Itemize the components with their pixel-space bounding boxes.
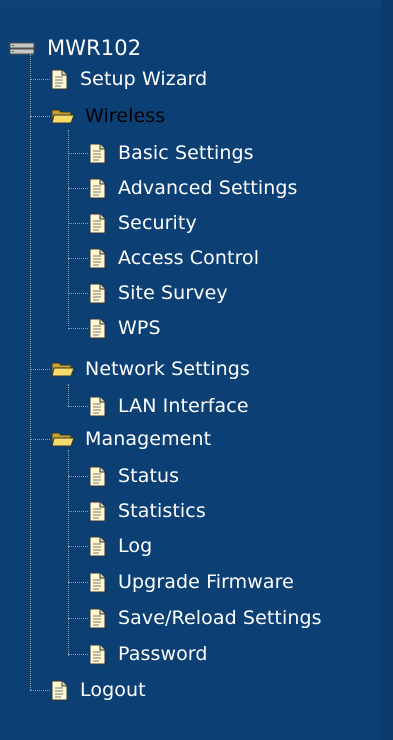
tree-item-log[interactable]: Log (89, 532, 152, 560)
password-label: Password (118, 643, 208, 665)
lan-interface-label: LAN Interface (118, 395, 249, 417)
tree-line (68, 130, 69, 326)
tree-line (68, 406, 88, 407)
right-edge (381, 0, 393, 740)
log-label: Log (118, 535, 153, 557)
document-icon (89, 396, 106, 417)
tree-item-lan-interface[interactable]: LAN Interface (89, 392, 249, 420)
tree-line (68, 511, 88, 512)
tree-line (68, 654, 88, 655)
tree-item-save-reload-settings[interactable]: Save/Reload Settings (89, 604, 322, 632)
tree-item-password[interactable]: Password (89, 640, 208, 668)
tree-item-security[interactable]: Security (89, 209, 197, 237)
tree-item-setup-wizard[interactable]: Setup Wizard (51, 65, 207, 93)
site-survey-label: Site Survey (118, 282, 228, 304)
upgrade-firmware-label: Upgrade Firmware (118, 571, 294, 593)
advanced-settings-label: Advanced Settings (118, 177, 298, 199)
tree-line (30, 690, 50, 691)
folder-open-icon (51, 430, 75, 448)
tree-line (68, 293, 88, 294)
tree-root-mwr102[interactable]: MWR102 (9, 34, 141, 62)
save-reload-settings-label: Save/Reload Settings (118, 607, 322, 629)
tree-line (68, 188, 88, 189)
top-strip (0, 0, 393, 14)
root-label: MWR102 (47, 36, 142, 60)
navigation-tree-panel: MWR102 Setup Wizard Wireless Basic Setti… (0, 0, 393, 740)
tree-item-access-control[interactable]: Access Control (89, 244, 259, 272)
document-icon (89, 178, 106, 199)
folder-open-icon (51, 360, 75, 378)
logout-label: Logout (80, 679, 146, 701)
document-icon (89, 644, 106, 665)
tree-line (68, 384, 69, 406)
tree-line (68, 223, 88, 224)
management-label: Management (85, 428, 212, 450)
tree-item-advanced-settings[interactable]: Advanced Settings (89, 174, 298, 202)
tree-line (68, 450, 69, 656)
document-icon (89, 283, 106, 304)
document-icon (51, 680, 68, 701)
network-settings-label: Network Settings (85, 358, 250, 380)
tree-line (68, 618, 88, 619)
tree-line (68, 546, 88, 547)
document-icon (89, 466, 106, 487)
tree-item-basic-settings[interactable]: Basic Settings (89, 139, 254, 167)
tree-line (68, 582, 88, 583)
document-icon (89, 248, 106, 269)
tree-folder-network-settings[interactable]: Network Settings (51, 355, 250, 383)
network-device-icon (9, 41, 38, 55)
document-icon (89, 318, 106, 339)
folder-open-icon (51, 107, 75, 125)
tree-folder-wireless[interactable]: Wireless (51, 102, 165, 130)
setup-wizard-label: Setup Wizard (80, 68, 208, 90)
security-label: Security (118, 212, 197, 234)
document-icon (89, 143, 106, 164)
tree-line (68, 328, 88, 329)
statistics-label: Statistics (118, 500, 206, 522)
status-label: Status (118, 465, 180, 487)
access-control-label: Access Control (118, 247, 260, 269)
basic-settings-label: Basic Settings (118, 142, 254, 164)
tree-line (30, 439, 50, 440)
tree-line (68, 153, 88, 154)
tree-line (30, 79, 50, 80)
tree-item-status[interactable]: Status (89, 462, 179, 490)
tree-folder-management[interactable]: Management (51, 425, 211, 453)
document-icon (89, 608, 106, 629)
tree-item-statistics[interactable]: Statistics (89, 497, 206, 525)
tree-line (68, 258, 88, 259)
document-icon (89, 536, 106, 557)
tree-line (30, 369, 50, 370)
tree-item-upgrade-firmware[interactable]: Upgrade Firmware (89, 568, 294, 596)
tree-line (68, 476, 88, 477)
document-icon (51, 69, 68, 90)
wireless-label: Wireless (85, 105, 166, 127)
tree-line (30, 54, 31, 690)
wps-label: WPS (118, 317, 161, 339)
tree-item-wps[interactable]: WPS (89, 314, 161, 342)
document-icon (89, 572, 106, 593)
document-icon (89, 213, 106, 234)
tree-line (30, 116, 50, 117)
tree-item-site-survey[interactable]: Site Survey (89, 279, 228, 307)
tree-item-logout[interactable]: Logout (51, 676, 146, 704)
document-icon (89, 501, 106, 522)
